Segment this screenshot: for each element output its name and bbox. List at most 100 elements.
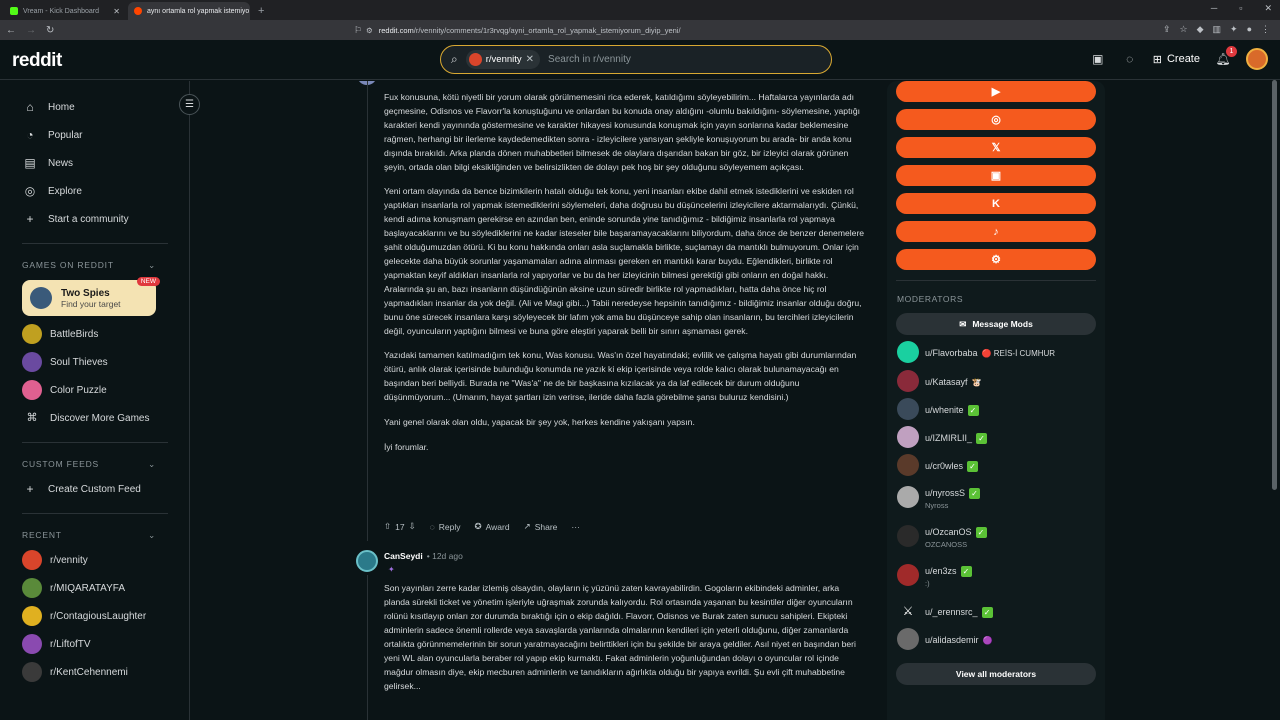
- moderator-avatar: [897, 398, 919, 420]
- reddit-logo[interactable]: reddit: [12, 50, 62, 72]
- games-section-header[interactable]: GAMES ON REDDIT ⌄: [22, 254, 156, 276]
- menu-icon[interactable]: ⋮: [1261, 24, 1270, 35]
- browser-tab-reddit[interactable]: aynı ortamla rol yapmak istemiyo ✕: [128, 2, 250, 20]
- new-tab-icon[interactable]: +: [252, 2, 270, 20]
- comment-actions: ⇧ 17 ⇩ ◌ Reply ✪ Award ↗ Share ···: [384, 521, 580, 532]
- recent-subreddit-item[interactable]: r/KentCehennemi: [22, 658, 189, 686]
- social-link-button[interactable]: ♪: [896, 221, 1096, 242]
- sidebar-icon[interactable]: ▥: [1213, 24, 1222, 35]
- share-page-icon[interactable]: ⇪: [1163, 24, 1171, 35]
- game-item[interactable]: ⌘ Discover More Games: [22, 404, 189, 432]
- moderator-subtitle: :): [925, 579, 930, 588]
- sidebar-item-home[interactable]: ⌂ Home: [22, 93, 189, 121]
- moderator-item[interactable]: u/en3zs ✓:): [897, 561, 972, 588]
- x-icon: 𝕏: [991, 142, 1001, 154]
- verified-check-icon: ✓: [969, 488, 981, 499]
- game-item[interactable]: BattleBirds: [22, 320, 189, 348]
- reply-button[interactable]: ◌ Reply: [430, 522, 461, 532]
- moderator-item[interactable]: u/whenite ✓: [897, 398, 979, 420]
- sidebar-item-news[interactable]: ▤ News: [22, 149, 189, 177]
- message-mods-button[interactable]: ✉ Message Mods: [896, 313, 1096, 335]
- star-icon[interactable]: ☆: [1180, 24, 1188, 35]
- remove-chip-icon[interactable]: ✕: [526, 54, 534, 65]
- recent-subreddit-item[interactable]: r/MIQARATAYFA: [22, 574, 189, 602]
- comment-body: Son yayınları zerre kadar izlemiş olsayd…: [384, 583, 856, 691]
- moderator-item[interactable]: u/Katasayf 🐮: [897, 370, 982, 392]
- view-all-moderators-button[interactable]: View all moderators: [896, 663, 1096, 685]
- game-icon: [22, 324, 42, 344]
- bookmark-icon[interactable]: ⚐: [354, 25, 362, 36]
- search-bar[interactable]: ⌕ r/vennity ✕ Search in r/vennity: [440, 45, 832, 74]
- social-link-button[interactable]: K: [896, 193, 1096, 214]
- downvote-icon[interactable]: ⇩: [409, 521, 416, 532]
- moderator-item[interactable]: u/OzcanOS ✓ OZCANOSS: [897, 522, 987, 549]
- create-button[interactable]: ⊞ Create: [1153, 53, 1200, 66]
- search-input[interactable]: Search in r/vennity: [548, 54, 631, 65]
- social-link-button[interactable]: 𝕏: [896, 137, 1096, 158]
- social-link-button[interactable]: ⚙: [896, 249, 1096, 270]
- moderator-item[interactable]: u/alidasdemir 🟣: [897, 628, 993, 650]
- url-field[interactable]: ⚙ reddit.com/r/vennity/comments/1r3rvqg/…: [366, 22, 898, 38]
- new-badge: NEW: [136, 277, 160, 286]
- extension-icon[interactable]: ◆: [1197, 24, 1204, 35]
- social-link-button[interactable]: ▶: [896, 81, 1096, 102]
- browser-tab-kick[interactable]: Vream - Kick Dashboard ✕: [4, 2, 126, 20]
- sidebar-item-start-a-community[interactable]: + Start a community: [22, 205, 189, 233]
- recent-section-header[interactable]: RECENT ⌄: [22, 524, 156, 546]
- social-link-button[interactable]: ▣: [896, 165, 1096, 186]
- user-avatar[interactable]: [1246, 48, 1268, 70]
- moderator-item[interactable]: u/IZMIRLII_ ✓: [897, 426, 988, 448]
- moderator-item[interactable]: u/nyrossS ✓ Nyross: [897, 483, 981, 510]
- page-scrollbar[interactable]: [1272, 80, 1277, 490]
- verified-check-icon: ✓: [981, 607, 993, 618]
- moderator-name-line: u/IZMIRLII_ ✓: [925, 428, 988, 446]
- sidebar-item-popular[interactable]: ◔ Popular: [22, 121, 189, 149]
- minimize-icon[interactable]: ─: [1211, 3, 1217, 14]
- chat-icon[interactable]: ◌: [1121, 50, 1139, 68]
- forward-icon[interactable]: →: [26, 25, 36, 36]
- create-custom-feed[interactable]: + Create Custom Feed: [22, 475, 189, 503]
- close-icon[interactable]: ✕: [113, 7, 120, 16]
- collapse-sidebar-button[interactable]: ☰: [179, 94, 200, 115]
- sidebar-item-explore[interactable]: ◎ Explore: [22, 177, 189, 205]
- recent-subreddit-item[interactable]: r/LiftofTV: [22, 630, 189, 658]
- game-item[interactable]: Soul Thieves: [22, 348, 189, 376]
- kick-favicon-icon: [10, 7, 18, 15]
- award-label: Award: [485, 521, 510, 532]
- thread-line[interactable]: [367, 575, 368, 720]
- extensions-puzzle-icon[interactable]: ✦: [1230, 24, 1238, 35]
- chevron-down-icon: ⌄: [148, 259, 156, 270]
- social-link-button[interactable]: ◎: [896, 109, 1096, 130]
- moderator-name: u/_erennsrc_: [925, 607, 978, 617]
- search-icon: ⌕: [451, 52, 458, 66]
- comment-avatar[interactable]: [356, 550, 378, 572]
- advertise-icon[interactable]: ▣: [1089, 50, 1107, 68]
- game-icon: [22, 380, 42, 400]
- moderator-item[interactable]: u/cr0wles ✓: [897, 454, 979, 476]
- profile-icon[interactable]: ●: [1247, 24, 1252, 35]
- back-icon[interactable]: ←: [6, 25, 16, 36]
- custom-feeds-section-header[interactable]: CUSTOM FEEDS ⌄: [22, 453, 156, 475]
- url-path: /r/vennity/comments/1r3rvqg/ayni_ortamla…: [413, 25, 681, 35]
- featured-game-two-spies[interactable]: Two Spies Find your target NEW: [22, 277, 160, 316]
- moderator-item[interactable]: u/Flavorbaba 🔴 REİS-İ CUMHUR: [897, 341, 1055, 363]
- award-button[interactable]: ✪ Award: [475, 521, 510, 532]
- recent-subreddit-item[interactable]: r/ContagiousLaughter: [22, 602, 189, 630]
- thread-line[interactable]: [367, 81, 368, 541]
- moderator-avatar: [897, 485, 919, 508]
- recent-subreddit-item[interactable]: r/vennity: [22, 546, 189, 574]
- game-item[interactable]: Color Puzzle: [22, 376, 189, 404]
- moderator-item[interactable]: ⚔ u/_erennsrc_ ✓: [897, 600, 993, 622]
- upvote-icon[interactable]: ⇧: [384, 521, 391, 532]
- comment-username[interactable]: CanSeydi: [384, 551, 423, 561]
- close-window-icon[interactable]: ✕: [1264, 3, 1272, 14]
- share-button[interactable]: ↗ Share: [524, 521, 558, 532]
- reload-icon[interactable]: ↻: [46, 25, 54, 36]
- header-actions: ▣ ◌ ⊞ Create 🔔︎ 1: [1089, 46, 1268, 70]
- more-options-button[interactable]: ···: [571, 522, 580, 532]
- maximize-icon[interactable]: ▫: [1239, 3, 1242, 14]
- subreddit-search-chip[interactable]: r/vennity ✕: [465, 50, 541, 69]
- site-info-icon[interactable]: ⚙: [366, 26, 373, 35]
- notifications-icon[interactable]: 🔔︎ 1: [1214, 46, 1237, 68]
- chevron-down-icon: ⌄: [148, 529, 156, 540]
